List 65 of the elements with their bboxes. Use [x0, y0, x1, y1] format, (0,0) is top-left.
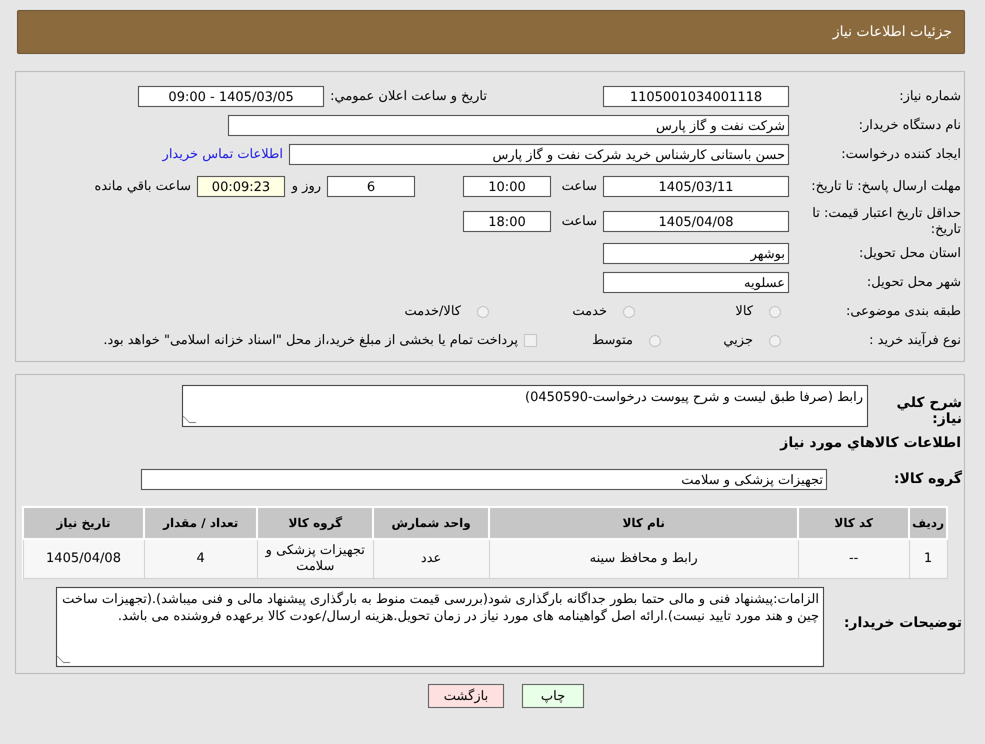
field-label: استان محل تحویل: [858, 246, 961, 262]
time-label: ساعت [560, 214, 598, 229]
text-field[interactable]: 6 [327, 176, 415, 197]
option-label: کالا/خدمت [403, 304, 462, 319]
radio-button[interactable] [477, 306, 489, 318]
checkbox[interactable] [524, 334, 537, 347]
option-label: متوسط [591, 333, 634, 348]
table-cell: عدد [373, 539, 490, 578]
text-field[interactable]: 10:00 [463, 176, 551, 197]
field-label: شرح کلي نیاز: [896, 394, 962, 427]
column-header: کد کالا [798, 507, 910, 539]
resize-grip-icon [56, 656, 70, 663]
field-label: نوع فرآیند خرید : [868, 332, 961, 348]
text-field[interactable]: حسن باستانی کارشناس خرید شرکت نفت و گاز پارس [289, 144, 789, 165]
column-header: نام کالا [489, 507, 798, 539]
field-label: توضیحات خریدار: [842, 614, 962, 631]
field-label: حداقل تاریخ اعتبار قیمت: تا تاریخ: [811, 206, 961, 238]
radio-button[interactable] [769, 306, 781, 318]
countdown-field[interactable]: 00:09:23 [197, 176, 285, 197]
payment-note: پرداخت تمام یا بخشی از مبلغ خرید،از محل "اسناد خزانه اسلامی" خواهد بود. [102, 333, 519, 348]
table-cell: 4 [144, 539, 258, 578]
option-label: جزيي [722, 333, 754, 348]
radio-button[interactable] [769, 334, 781, 346]
field-label: مهلت ارسال پاسخ: تا تاریخ: [810, 178, 961, 194]
radio-button[interactable] [623, 306, 635, 318]
text-field[interactable]: 1105001034001118 [603, 86, 789, 107]
column-header: گروه کالا [257, 507, 374, 539]
text-field[interactable]: بوشهر [603, 243, 789, 264]
column-header: واحد شمارش [373, 507, 490, 539]
column-header: ردیف [909, 507, 947, 539]
table-cell: 1 [909, 539, 947, 578]
back-button[interactable]: بازگشت [428, 684, 504, 708]
text-field[interactable]: شرکت نفت و گاز پارس [228, 115, 789, 136]
page-title: جزئیات اطلاعات نیاز [832, 24, 952, 40]
field-label: طبقه بندی موضوعی: [844, 304, 961, 320]
table-cell: 1405/04/08 [23, 539, 144, 578]
contact-link[interactable]: اطلاعات تماس خریدار [162, 147, 283, 162]
option-label: خدمت [571, 304, 608, 319]
field-label: شهر محل تحویل: [866, 274, 961, 290]
field-label: تاریخ و ساعت اعلان عمومي: [329, 89, 488, 104]
text-field[interactable]: تجهیزات پزشکی و سلامت [141, 469, 827, 490]
description-field[interactable]: رابط (صرفا طبق لیست و شرح پیوست درخواست-0450590) [182, 385, 868, 427]
option-label: کالا [734, 304, 754, 319]
text-field[interactable]: 1405/03/05 - 09:00 [138, 86, 324, 107]
field-label: شماره نیاز: [898, 88, 961, 104]
field-label: گروه کالا: [892, 469, 962, 487]
text-field[interactable]: 1405/03/11 [603, 176, 789, 197]
text-field[interactable]: عسلویه [603, 272, 789, 293]
print-button[interactable]: چاپ [522, 684, 584, 708]
remaining-label: ساعت باقي مانده [94, 179, 192, 194]
field-label: ایجاد کننده درخواست: [840, 146, 961, 162]
column-header: تاریخ نیاز [23, 507, 144, 539]
table-cell: رابط و محافظ سینه [489, 539, 798, 578]
text-field[interactable]: 18:00 [463, 211, 551, 232]
notes-field[interactable]: الزامات:پیشنهاد فنی و مالی حتما بطور جداگانه بارگذاری شود(بررسی قیمت منوط به بارگذاری پیشنهاد مالی و فنی میباشد).(تجهیزات ساخت چین و هند مورد تایید نیست).ارائه اصل گواهینامه های مورد نیاز در زمان تحویل.هزینه ارسال/عودت کالا برعهده فروشنده می باشد. [56, 587, 824, 667]
text-field[interactable]: 1405/04/08 [603, 211, 789, 232]
column-header: تعداد / مقدار [144, 507, 258, 539]
radio-button[interactable] [649, 334, 661, 346]
days-label: روز و [290, 179, 322, 194]
table-cell: تجهیزات پزشکی و سلامت [257, 539, 374, 578]
field-label: نام دستگاه خریدار: [858, 118, 961, 134]
time-label: ساعت [560, 179, 598, 194]
table-cell: -- [798, 539, 910, 578]
resize-grip-icon [182, 416, 196, 423]
section-title: اطلاعات کالاهاي مورد نیاز [778, 434, 962, 453]
